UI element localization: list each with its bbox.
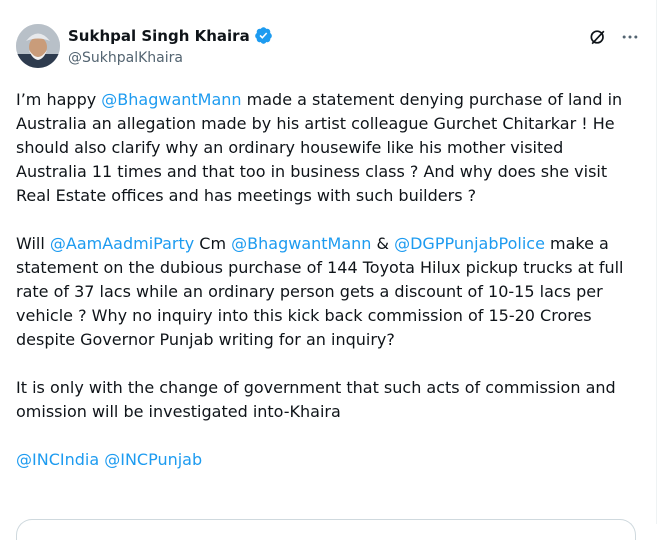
tweet-text: I’m happy @BhagwantMann made a statement… xyxy=(16,88,656,472)
text-segment: & xyxy=(371,234,395,253)
right-border xyxy=(656,0,657,524)
tweet-line: rate of 37 lacs while an ordinary person… xyxy=(16,282,603,301)
tweet-line: should also clarify why an ordinary hous… xyxy=(16,138,564,157)
tweet-line: Australia 11 times and that too in busin… xyxy=(16,162,608,181)
mention-link[interactable]: @BhagwantMann xyxy=(231,234,371,253)
tweet-line: @INCIndia @INCPunjab xyxy=(16,448,656,472)
tweet-line: Will @AamAadmiParty Cm @BhagwantMann & @… xyxy=(16,232,656,256)
tweet-line: omission will be investigated into-Khair… xyxy=(16,402,341,421)
author-handle[interactable]: @SukhpalKhaira xyxy=(68,50,183,66)
tweet-line: It is only with the change of government… xyxy=(16,378,616,397)
text-segment: made a statement denying purchase of lan… xyxy=(241,90,623,109)
more-icon[interactable] xyxy=(620,27,640,47)
avatar-image xyxy=(16,24,60,68)
grok-icon[interactable] xyxy=(588,27,608,47)
mention-link[interactable]: @BhagwantMann xyxy=(101,90,241,109)
text-segment: I’m happy xyxy=(16,90,102,109)
hashtag-link[interactable]: @INCPunjab xyxy=(104,450,202,469)
text-segment: Cm xyxy=(194,234,232,253)
avatar[interactable] xyxy=(16,24,60,68)
text-segment: Will xyxy=(16,234,50,253)
author-name[interactable]: Sukhpal Singh Khaira xyxy=(68,27,250,45)
hashtag-link[interactable]: @INCIndia xyxy=(16,450,99,469)
tweet-line: Australia an allegation made by his arti… xyxy=(16,114,615,133)
media-card[interactable] xyxy=(16,519,636,540)
mention-link[interactable]: @AamAadmiParty xyxy=(50,234,194,253)
tweet-line: despite Governor Punjab writing for an i… xyxy=(16,330,395,349)
tweet-line: Real Estate offices and has meetings wit… xyxy=(16,186,477,205)
tweet-line: I’m happy @BhagwantMann made a statement… xyxy=(16,88,656,112)
tweet-line: statement on the dubious purchase of 144… xyxy=(16,258,624,277)
author-row: Sukhpal Singh Khaira xyxy=(68,26,273,45)
verified-badge-icon xyxy=(254,27,272,44)
tweet-line: vehicle ? Why no inquiry into this kick … xyxy=(16,306,592,325)
text-segment: make a xyxy=(544,234,609,253)
mention-link[interactable]: @DGPPunjabPolice xyxy=(394,234,545,253)
